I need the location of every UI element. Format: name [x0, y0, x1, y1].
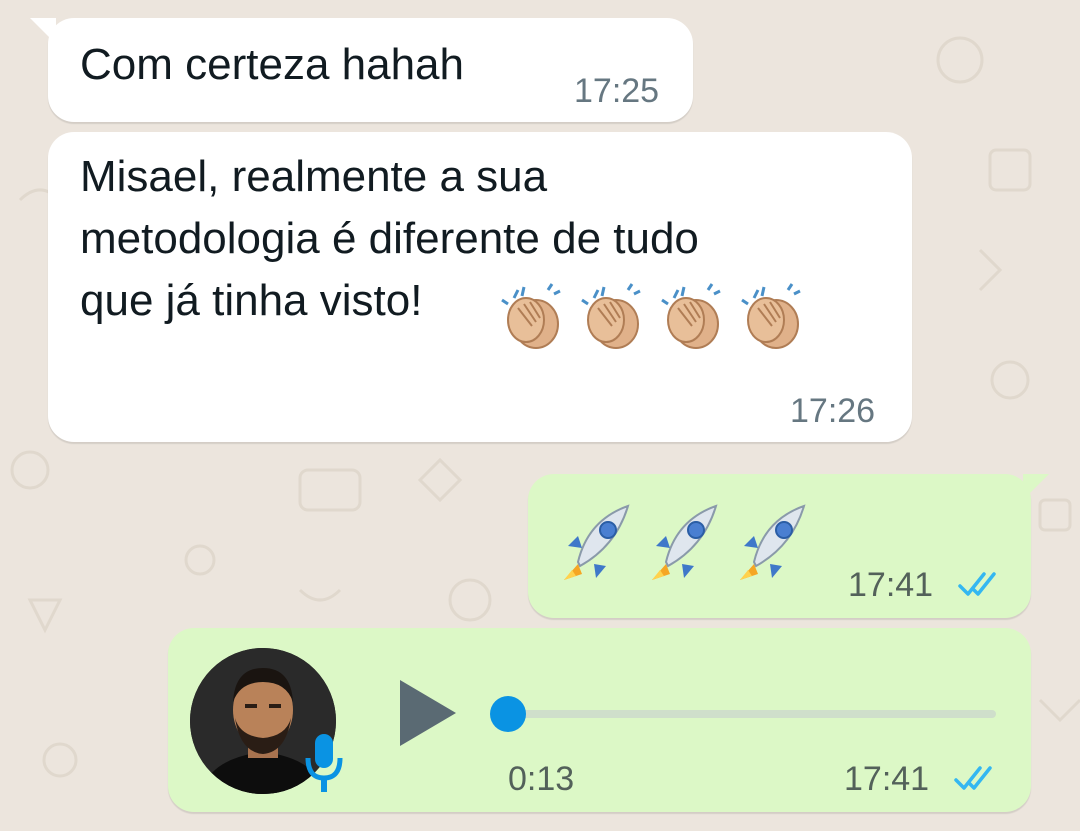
play-button[interactable] — [400, 680, 456, 746]
message-text: Com certeza hahah — [80, 40, 464, 89]
read-checks-icon — [958, 572, 996, 596]
read-checks-icon — [954, 766, 992, 790]
message-time: 17:25 — [574, 72, 660, 110]
bubble-tail — [30, 18, 56, 44]
clapping-hands-emoji — [501, 283, 561, 349]
bubble-tail — [1023, 474, 1049, 500]
microphone-icon — [305, 734, 343, 792]
message-time: 17:41 — [844, 760, 930, 798]
rocket-emoji — [652, 504, 718, 580]
clapping-hands-emoji — [581, 283, 641, 349]
message-time: 17:41 — [848, 566, 934, 604]
outgoing-message-bubble[interactable]: 17:41 — [528, 474, 1049, 618]
voice-duration: 0:13 — [508, 760, 575, 798]
rocket-emoji — [564, 504, 630, 580]
clapping-hands-emoji — [661, 283, 721, 349]
clapping-hands-emoji — [741, 283, 801, 349]
voice-message-bubble[interactable]: 0:13 17:41 — [168, 628, 1031, 812]
audio-progress-handle[interactable] — [490, 696, 526, 732]
rocket-emoji — [740, 504, 806, 580]
clapping-hands-emoji-row — [496, 280, 808, 352]
incoming-message-bubble[interactable]: Misael, realmente a sua metodologia é di… — [48, 132, 912, 442]
audio-progress-track[interactable] — [508, 710, 996, 718]
rocket-emoji-row — [558, 500, 812, 584]
incoming-message-bubble[interactable]: Com certeza hahah 17:25 — [30, 18, 693, 122]
message-time: 17:26 — [790, 392, 876, 430]
